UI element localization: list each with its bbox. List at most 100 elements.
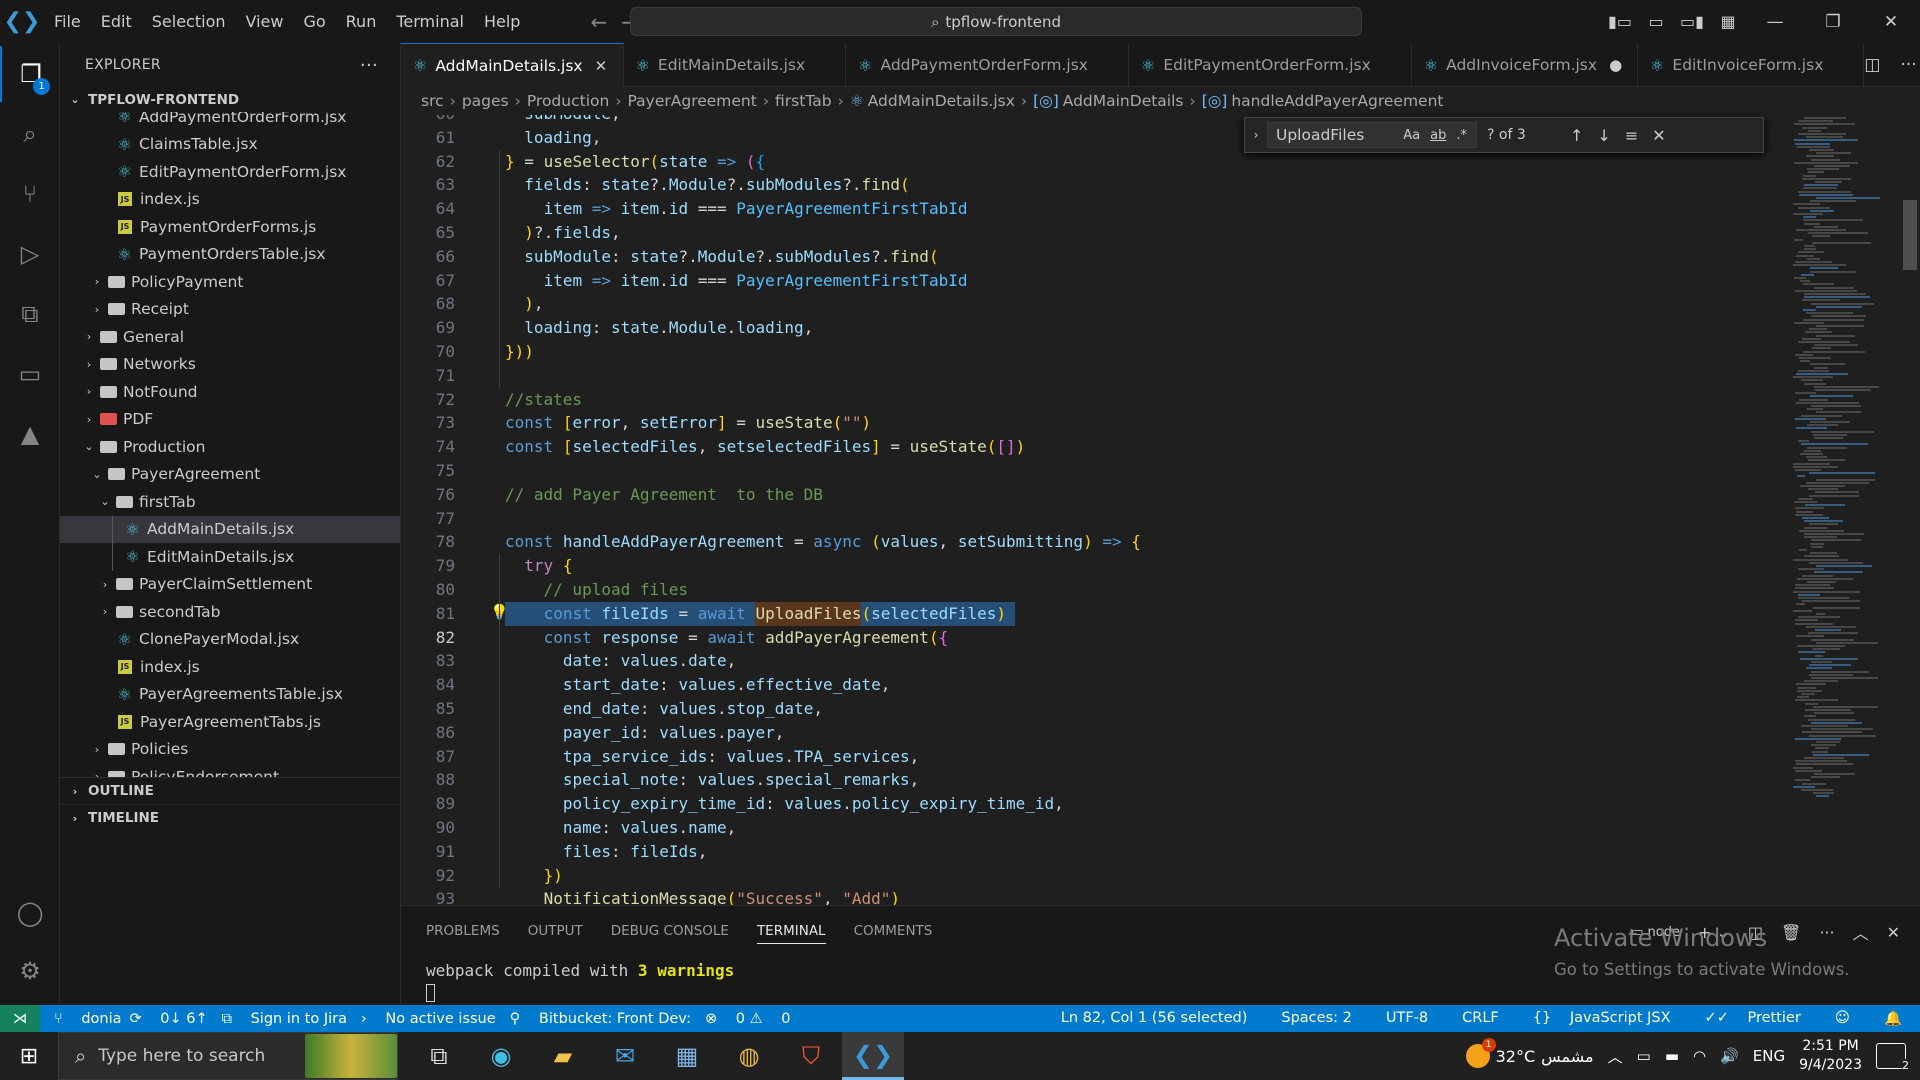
toggle-sidebar-icon[interactable]: ▮▭ bbox=[1602, 12, 1638, 31]
breadcrumb-item[interactable]: PayerAgreement bbox=[628, 92, 757, 110]
menu-view[interactable]: View bbox=[236, 12, 294, 31]
more-actions-icon[interactable]: ··· bbox=[1819, 923, 1834, 942]
source-control-icon[interactable]: ⑂ bbox=[0, 166, 60, 222]
tree-item[interactable]: › PayerClaimSettlement bbox=[60, 571, 400, 599]
split-editor-icon[interactable]: ◫ bbox=[1864, 55, 1880, 75]
minimap-slider[interactable] bbox=[1903, 200, 1917, 270]
timeline-section[interactable]: › TIMELINE bbox=[60, 804, 400, 831]
tree-item[interactable]: › General bbox=[60, 323, 400, 351]
meet-now-icon[interactable]: ▭ bbox=[1637, 1047, 1651, 1065]
tree-item[interactable]: JS index.js bbox=[60, 653, 400, 681]
match-case-button[interactable]: Aa bbox=[1403, 128, 1420, 143]
tree-item[interactable]: ⚛ ClonePayerModal.jsx bbox=[60, 626, 400, 654]
tree-item[interactable]: › PolicyPayment bbox=[60, 268, 400, 296]
notification-center-icon[interactable]: 2 bbox=[1876, 1043, 1909, 1072]
volume-icon[interactable]: 🔊 bbox=[1720, 1047, 1739, 1065]
problems-indicator[interactable]: ⊗ 0 ⚠ 0 bbox=[705, 1011, 790, 1027]
menu-go[interactable]: Go bbox=[293, 12, 335, 31]
match-whole-word-button[interactable]: ab bbox=[1430, 128, 1446, 143]
breadcrumb-item[interactable]: handleAddPayerAgreement bbox=[1231, 92, 1443, 110]
tab-editinvoiceform[interactable]: ⚛ EditInvoiceForm.jsx bbox=[1638, 43, 1865, 87]
edge-browser-icon[interactable]: ◉ bbox=[470, 1032, 532, 1080]
prettier-status[interactable]: ✓✓ Prettier bbox=[1705, 1010, 1801, 1027]
tree-item[interactable]: › secondTab bbox=[60, 598, 400, 626]
tab-editmaindetails[interactable]: ⚛ EditMainDetails.jsx bbox=[624, 43, 847, 87]
tree-item[interactable]: › PolicyEndorsement bbox=[60, 763, 400, 777]
indentation[interactable]: Spaces: 2 bbox=[1281, 1010, 1351, 1027]
notifications-bell-icon[interactable]: 🔔 bbox=[1884, 1010, 1902, 1027]
menu-run[interactable]: Run bbox=[336, 12, 387, 31]
search-icon[interactable]: ⌕ bbox=[0, 106, 60, 162]
maximize-button[interactable]: ❐ bbox=[1804, 12, 1862, 32]
panel-tab-comments[interactable]: COMMENTS bbox=[854, 923, 933, 939]
breadcrumb-item[interactable]: firstTab bbox=[775, 92, 832, 110]
bitbucket-status[interactable]: ⚲ Bitbucket: Front Dev: bbox=[510, 1011, 691, 1027]
input-language[interactable]: ENG bbox=[1753, 1047, 1785, 1065]
more-actions-icon[interactable]: ··· bbox=[1900, 55, 1916, 75]
tab-addmaindetails[interactable]: ⚛ AddMainDetails.jsx ✕ bbox=[401, 43, 624, 87]
task-view-icon[interactable]: ⧉ bbox=[408, 1032, 470, 1080]
maximize-panel-icon[interactable]: ︿ bbox=[1853, 920, 1869, 944]
outline-section[interactable]: › OUTLINE bbox=[60, 777, 400, 804]
run-debug-icon[interactable]: ▷ bbox=[0, 226, 60, 282]
workspace-root[interactable]: ⌄ TPFLOW-FRONTEND bbox=[60, 87, 400, 112]
breadcrumb-item[interactable]: Production bbox=[527, 92, 609, 110]
menu-selection[interactable]: Selection bbox=[142, 12, 236, 31]
tree-item[interactable]: JS index.js bbox=[60, 186, 400, 214]
tree-item[interactable]: ⚛ EditMainDetails.jsx bbox=[60, 543, 400, 571]
tree-item[interactable]: ⚛ PayerAgreementsTable.jsx bbox=[60, 681, 400, 709]
regex-button[interactable]: .* bbox=[1456, 128, 1467, 143]
tree-item[interactable]: ⚛ AddPaymentOrderForm.jsx bbox=[60, 112, 400, 131]
terminal-output[interactable]: webpack compiled with 3 warnings bbox=[426, 961, 734, 980]
extensions-icon[interactable]: ⧉ bbox=[0, 286, 60, 342]
tab-editpaymentorderform[interactable]: ⚛ EditPaymentOrderForm.jsx bbox=[1129, 43, 1412, 87]
encoding[interactable]: UTF-8 bbox=[1386, 1010, 1428, 1027]
feedback-icon[interactable]: ☺ bbox=[1835, 1010, 1850, 1027]
kill-terminal-icon[interactable]: 🗑 bbox=[1781, 923, 1801, 942]
tree-item[interactable]: ⚛ AddMainDetails.jsx bbox=[60, 515, 400, 543]
line-ending[interactable]: CRLF bbox=[1462, 1010, 1499, 1027]
menu-edit[interactable]: Edit bbox=[91, 12, 142, 31]
mail-icon[interactable]: ✉ bbox=[594, 1032, 656, 1080]
panel-tab-output[interactable]: OUTPUT bbox=[528, 923, 583, 939]
toggle-secondary-sidebar-icon[interactable]: ▭▮ bbox=[1674, 12, 1710, 31]
close-find-icon[interactable]: ✕ bbox=[1652, 126, 1665, 145]
tree-item[interactable]: ⚛ EditPaymentOrderForm.jsx bbox=[60, 158, 400, 186]
explorer-icon[interactable]: ❐ 1 bbox=[0, 46, 60, 102]
taskbar-search[interactable]: ⌕ Type here to search bbox=[58, 1032, 398, 1080]
find-input[interactable]: UploadFiles Aa ab .* bbox=[1267, 122, 1477, 148]
chrome-icon[interactable]: ◍ bbox=[718, 1032, 780, 1080]
breadcrumb-item[interactable]: AddMainDetails bbox=[1063, 92, 1184, 110]
tree-item[interactable]: ⌄ Production bbox=[60, 433, 400, 461]
find-in-selection-icon[interactable]: ≡ bbox=[1625, 126, 1638, 145]
battery-icon[interactable]: ▬ bbox=[1665, 1047, 1679, 1065]
unsaved-dot-icon[interactable]: ● bbox=[1609, 56, 1623, 74]
accounts-icon[interactable]: ◯ bbox=[0, 885, 60, 941]
close-window-button[interactable]: ✕ bbox=[1862, 12, 1920, 32]
tree-item[interactable]: ⚛ ClaimsTable.jsx bbox=[60, 131, 400, 159]
cursor-position[interactable]: Ln 82, Col 1 (56 selected) bbox=[1061, 1010, 1248, 1027]
tree-item[interactable]: ⌄ PayerAgreement bbox=[60, 461, 400, 489]
tree-item[interactable]: ⚛ PaymentOrdersTable.jsx bbox=[60, 241, 400, 269]
wifi-icon[interactable]: ◠ bbox=[1693, 1047, 1706, 1065]
microsoft-store-icon[interactable]: ▦ bbox=[656, 1032, 718, 1080]
brave-browser-icon[interactable]: ⛉ bbox=[780, 1032, 842, 1080]
jira-signin[interactable]: ⧉ Sign in to Jira bbox=[222, 1011, 347, 1027]
panel-tab-problems[interactable]: PROBLEMS bbox=[426, 923, 500, 939]
file-explorer-icon[interactable]: ▰ bbox=[532, 1032, 594, 1080]
minimize-button[interactable]: — bbox=[1746, 12, 1804, 32]
tree-item[interactable]: ⌄ firstTab bbox=[60, 488, 400, 516]
panel-tab-debug-console[interactable]: DEBUG CONSOLE bbox=[611, 923, 729, 939]
tree-item[interactable]: › NotFound bbox=[60, 378, 400, 406]
breadcrumb-item[interactable]: AddMainDetails.jsx bbox=[868, 92, 1015, 110]
code-editor[interactable]: 60 subModule, 61 loading, 62} = useSelecto… bbox=[401, 115, 1791, 905]
close-panel-icon[interactable]: ✕ bbox=[1887, 923, 1900, 942]
remote-indicator-icon[interactable]: ⋊ bbox=[0, 1005, 40, 1032]
language-mode[interactable]: {} JavaScript JSX bbox=[1533, 1010, 1671, 1027]
clock[interactable]: 2:51 PM 9/4/2023 bbox=[1799, 1037, 1862, 1075]
tree-item[interactable]: › Receipt bbox=[60, 296, 400, 324]
weather-widget[interactable]: 1 32°C مشمس bbox=[1465, 1038, 1594, 1068]
toggle-replace-icon[interactable]: › bbox=[1245, 128, 1267, 142]
tree-item[interactable]: › Networks bbox=[60, 351, 400, 379]
atlassian-icon[interactable]: ▲ bbox=[0, 406, 60, 462]
